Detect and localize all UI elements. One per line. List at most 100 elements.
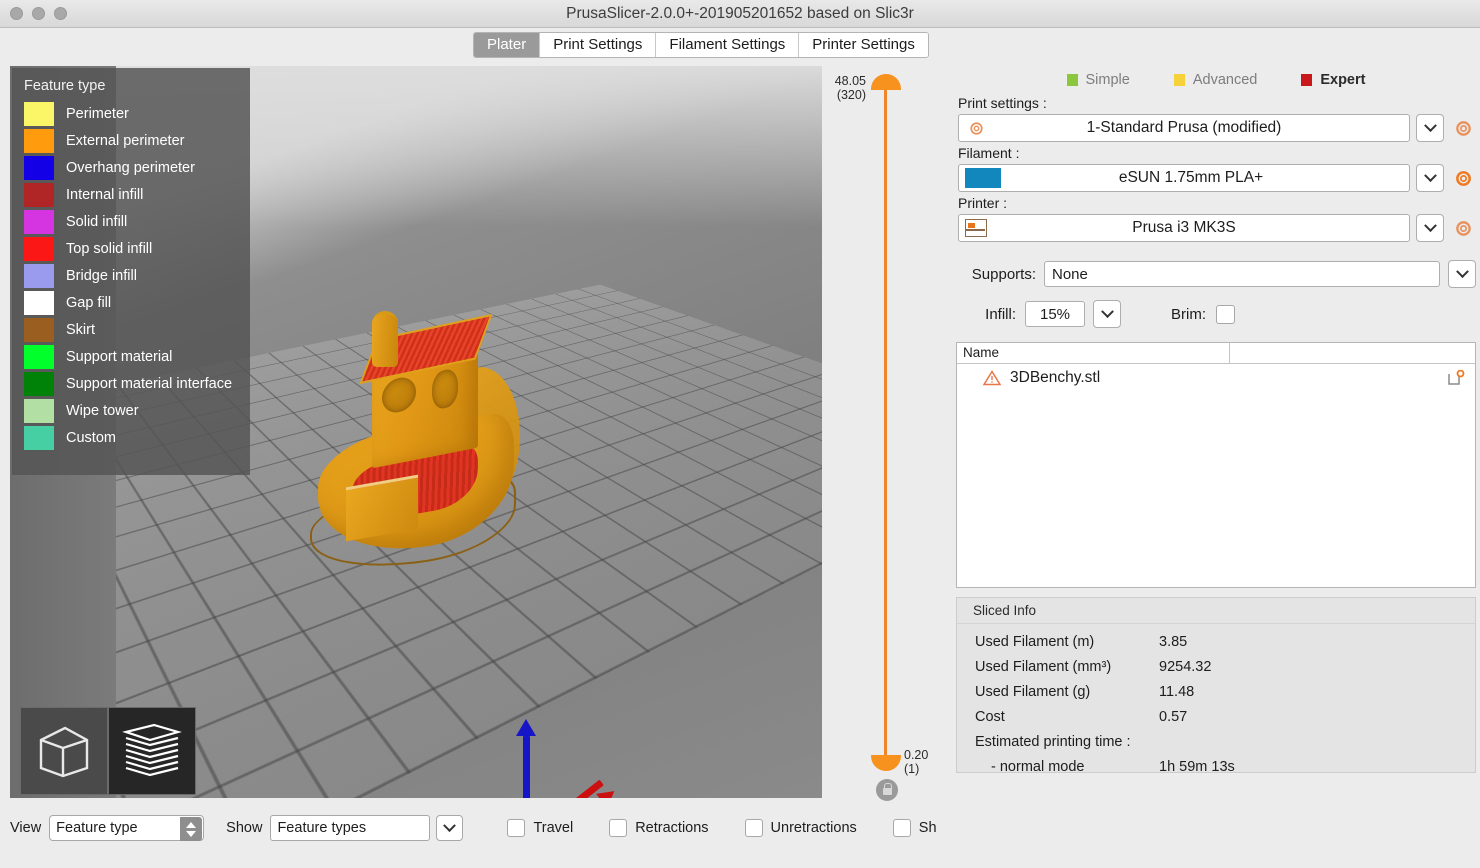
legend-item-external-perimeter: External perimeter xyxy=(24,127,250,154)
show-dropdown-button[interactable] xyxy=(436,815,464,841)
filament-edit-button[interactable] xyxy=(1450,164,1476,192)
sliced-info-rows: Used Filament (m) 3.85 Used Filament (mm… xyxy=(957,623,1475,772)
layer-slider-top-label: 48.05 (320) xyxy=(826,74,866,102)
tab-print-settings[interactable]: Print Settings xyxy=(540,33,657,57)
benchy-model[interactable] xyxy=(310,306,520,581)
show-select[interactable]: Feature types xyxy=(270,815,431,841)
legend-swatch-icon xyxy=(24,209,54,234)
filament-dropdown-button[interactable] xyxy=(1416,164,1444,192)
mode-simple-swatch-icon xyxy=(1066,74,1078,86)
legend-swatch-icon xyxy=(24,128,54,153)
sliced-info-value: 11.48 xyxy=(1159,684,1195,700)
object-list-header: Name xyxy=(957,343,1475,364)
printer-combo[interactable]: Prusa i3 MK3S xyxy=(958,214,1410,242)
mode-advanced[interactable]: Advanced xyxy=(1173,72,1258,88)
sliced-info-key: Estimated printing time : xyxy=(975,734,1131,750)
editor-3d-view-button[interactable] xyxy=(20,707,108,795)
print-settings-dropdown-button[interactable] xyxy=(1416,114,1444,142)
legend-title: Feature type xyxy=(24,78,106,94)
legend-item-skirt: Skirt xyxy=(24,316,250,343)
printer-row: Prusa i3 MK3S xyxy=(952,214,1480,242)
legend-label: Bridge infill xyxy=(66,267,137,284)
legend-label: Gap fill xyxy=(66,294,112,311)
sliced-info-row: Cost 0.57 xyxy=(957,705,1475,730)
filament-label: Filament : xyxy=(958,145,1020,161)
print-settings-combo[interactable]: 1-Standard Prusa (modified) xyxy=(958,114,1410,142)
mode-expert[interactable]: Expert xyxy=(1301,72,1365,88)
legend-swatch-icon xyxy=(24,155,54,180)
column-header-extra xyxy=(1230,343,1475,363)
printer-label: Printer : xyxy=(958,195,1008,211)
checkbox-retractions[interactable]: Retractions xyxy=(609,819,709,837)
print-settings-gear-icon xyxy=(965,118,987,138)
printable-toggle-icon[interactable] xyxy=(1447,369,1465,387)
tab-filament-settings[interactable]: Filament Settings xyxy=(656,33,800,57)
tab-printer-settings[interactable]: Printer Settings xyxy=(799,33,928,57)
brim-checkbox[interactable] xyxy=(1216,304,1235,324)
checkbox-icon[interactable] xyxy=(507,819,526,837)
layer-slider-bottom-label: 0.20 (1) xyxy=(904,748,948,776)
layer-slider-track[interactable] xyxy=(884,86,887,762)
object-list[interactable]: Name 3DBenchy.stl xyxy=(956,342,1476,588)
tab-plater[interactable]: Plater xyxy=(474,33,541,57)
legend-label: Support material xyxy=(66,348,173,365)
sliced-info-key: Used Filament (g) xyxy=(975,684,1091,700)
checkbox-shells[interactable]: Sh xyxy=(892,819,937,837)
layer-bottom-index: (1) xyxy=(904,762,920,776)
legend-swatch-icon xyxy=(24,101,54,126)
infill-value[interactable]: 15% xyxy=(1025,301,1085,327)
axes-indicator xyxy=(446,719,626,798)
print-settings-value: 1-Standard Prusa (modified) xyxy=(1086,119,1282,136)
layer-slider[interactable]: 48.05 (320) 0.20 (1) xyxy=(826,66,952,801)
gear-icon xyxy=(1455,170,1471,186)
supports-value[interactable]: None xyxy=(1044,261,1440,287)
printer-value: Prusa i3 MK3S xyxy=(1132,219,1236,236)
supports-row: Supports: None xyxy=(958,260,1476,288)
layer-slider-upper-handle[interactable] xyxy=(871,74,901,90)
layer-slider-lower-handle[interactable] xyxy=(871,755,901,771)
print-settings-edit-button[interactable] xyxy=(1450,114,1476,142)
infill-dropdown-button[interactable] xyxy=(1093,300,1121,328)
legend-swatch-icon xyxy=(24,317,54,342)
legend-item-custom: Custom xyxy=(24,424,250,451)
mode-simple[interactable]: Simple xyxy=(1066,72,1130,88)
mode-selector[interactable]: Simple Advanced Expert xyxy=(952,66,1480,92)
sliced-info-key: Used Filament (m) xyxy=(975,634,1095,650)
printer-edit-button[interactable] xyxy=(1450,214,1476,242)
checkbox-travel[interactable]: Travel xyxy=(507,819,573,837)
checkbox-icon[interactable] xyxy=(744,819,763,837)
layers-icon xyxy=(122,723,182,777)
legend-label: Support material interface xyxy=(66,375,233,392)
model-chimney xyxy=(372,311,398,367)
checkbox-icon[interactable] xyxy=(892,819,911,837)
checkbox-unretractions[interactable]: Unretractions xyxy=(744,819,857,837)
legend-item-top-solid-infill: Top solid infill xyxy=(24,235,250,262)
x-axis-icon xyxy=(523,779,604,798)
show-label: Show xyxy=(226,820,263,836)
z-axis-icon xyxy=(523,736,530,798)
legend-label: Perimeter xyxy=(66,105,129,122)
mode-advanced-label: Advanced xyxy=(1192,72,1258,88)
legend-swatch-icon xyxy=(24,398,54,423)
right-sidebar: Simple Advanced Expert Print settings : … xyxy=(952,66,1480,806)
legend-label: Custom xyxy=(66,429,116,446)
view-mode-buttons[interactable] xyxy=(20,707,196,795)
main-tabs[interactable]: Plater Print Settings Filament Settings … xyxy=(473,32,929,58)
legend-swatch-icon xyxy=(24,236,54,261)
view-label: View xyxy=(10,820,42,836)
mode-simple-label: Simple xyxy=(1085,72,1130,88)
layer-slider-lock-button[interactable] xyxy=(876,779,898,801)
legend-item-solid-infill: Solid infill xyxy=(24,208,250,235)
3d-viewport[interactable]: Feature type Perimeter External perimete… xyxy=(10,66,822,798)
filament-combo[interactable]: eSUN 1.75mm PLA+ xyxy=(958,164,1410,192)
checkbox-icon[interactable] xyxy=(609,819,628,837)
checkbox-unretractions-label: Unretractions xyxy=(770,820,857,836)
view-select[interactable]: Feature type xyxy=(49,815,205,841)
printer-dropdown-button[interactable] xyxy=(1416,214,1444,242)
legend-swatch-icon xyxy=(24,290,54,315)
table-row[interactable]: 3DBenchy.stl xyxy=(957,364,1475,392)
preview-layers-view-button[interactable] xyxy=(108,707,196,795)
view-select-stepper-icon[interactable] xyxy=(180,817,203,841)
supports-dropdown-button[interactable] xyxy=(1448,260,1476,288)
lock-icon xyxy=(882,782,892,795)
